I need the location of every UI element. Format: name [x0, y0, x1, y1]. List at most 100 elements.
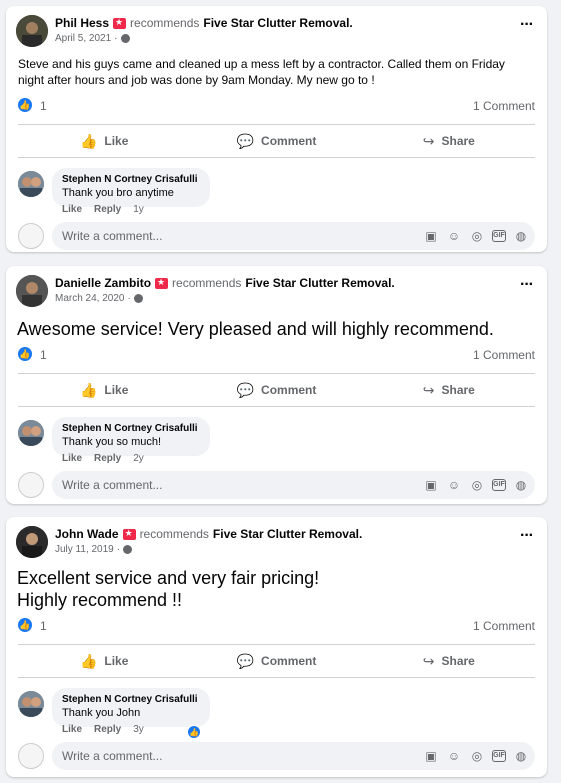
avatar-sticker-icon[interactable]: ◍: [513, 228, 529, 244]
camera-icon[interactable]: ◎: [469, 748, 485, 764]
more-icon[interactable]: ···: [520, 528, 534, 544]
like-button[interactable]: 👍 Like: [18, 374, 190, 406]
comment-time[interactable]: 1y: [133, 204, 144, 215]
comment-text: Thank you so much!: [62, 436, 162, 448]
like-reaction-icon[interactable]: 👍: [18, 98, 32, 112]
sticker-icon[interactable]: ▣: [423, 748, 439, 764]
avatar-sticker-icon[interactable]: ◍: [513, 748, 529, 764]
comment-button[interactable]: 💬 Comment: [190, 125, 362, 157]
author-line: Danielle Zambito recommends Five Star Cl…: [55, 276, 395, 290]
like-reaction-icon[interactable]: 👍: [18, 347, 32, 361]
avatar-sticker-icon[interactable]: ◍: [513, 477, 529, 493]
post-text-line-1: Excellent service and very fair pricing!: [17, 568, 320, 588]
commenter-avatar[interactable]: [18, 420, 44, 446]
author-name[interactable]: Danielle Zambito: [55, 276, 151, 290]
comment-time[interactable]: 2y: [133, 453, 144, 464]
post-text: Excellent service and very fair pricing!…: [6, 561, 547, 611]
comment-count[interactable]: 1 Comment: [473, 99, 535, 113]
sticker-icon[interactable]: ▣: [423, 228, 439, 244]
commenter-name[interactable]: Stephen N Cortney Crisafulli: [62, 422, 198, 435]
page-name[interactable]: Five Star Clutter Removal.: [203, 16, 352, 30]
recommends-label: recommends: [172, 276, 242, 290]
emoji-icon[interactable]: ☺: [446, 228, 462, 244]
post-date[interactable]: July 11, 2019: [55, 544, 114, 555]
comment-text: Thank you bro anytime: [62, 187, 174, 199]
post-date[interactable]: April 5, 2021: [55, 33, 111, 44]
comment-count[interactable]: 1 Comment: [473, 348, 535, 362]
comment-tools: ▣ ☺ ◎ GIF ◍: [423, 228, 529, 244]
gif-icon[interactable]: GIF: [492, 479, 506, 491]
post-header: Danielle Zambito recommends Five Star Cl…: [6, 266, 547, 310]
comment-like-link[interactable]: Like: [62, 204, 82, 215]
comment-like-reaction-icon[interactable]: 👍: [187, 725, 201, 739]
commenter-name[interactable]: Stephen N Cortney Crisafulli: [62, 693, 198, 706]
camera-icon[interactable]: ◎: [469, 477, 485, 493]
like-icon: 👍: [79, 381, 98, 398]
post-text: Awesome service! Very pleased and will h…: [17, 319, 494, 339]
commenter-avatar[interactable]: [18, 171, 44, 197]
author-name[interactable]: Phil Hess: [55, 16, 109, 30]
comment-count[interactable]: 1 Comment: [473, 619, 535, 633]
comment-time[interactable]: 3y: [133, 724, 144, 735]
gif-icon[interactable]: GIF: [492, 750, 506, 762]
more-icon[interactable]: ···: [520, 17, 534, 33]
like-icon: 👍: [79, 652, 98, 669]
author-name[interactable]: John Wade: [55, 527, 119, 541]
comment-actions: Like Reply 3y: [62, 724, 144, 735]
post-stats: 👍 1 1 Comment: [6, 341, 547, 367]
page-name[interactable]: Five Star Clutter Removal.: [213, 527, 362, 541]
post-date[interactable]: March 24, 2020: [55, 293, 125, 304]
like-reaction-icon[interactable]: 👍: [18, 618, 32, 632]
camera-icon[interactable]: ◎: [469, 228, 485, 244]
share-button[interactable]: ↪ Share: [363, 125, 535, 157]
comment-bubble: Stephen N Cortney Crisafulli Thank you J…: [52, 688, 210, 727]
post-text: Steve and his guys came and cleaned up a…: [18, 57, 505, 87]
comment-button[interactable]: 💬 Comment: [190, 374, 362, 406]
author-line: Phil Hess recommends Five Star Clutter R…: [55, 16, 353, 30]
author-avatar[interactable]: [16, 15, 48, 47]
author-line: John Wade recommends Five Star Clutter R…: [55, 527, 362, 541]
like-button[interactable]: 👍 Like: [18, 125, 190, 157]
comment-reply-link[interactable]: Reply: [94, 453, 121, 464]
commenter-avatar[interactable]: [18, 691, 44, 717]
comment-button[interactable]: 💬 Comment: [190, 645, 362, 677]
sticker-icon[interactable]: ▣: [423, 477, 439, 493]
author-avatar[interactable]: [16, 275, 48, 307]
comment-actions: Like Reply 2y: [62, 453, 144, 464]
like-count[interactable]: 1: [40, 99, 47, 113]
post-text-line-2: Highly recommend !!: [17, 590, 183, 610]
post-stats: 👍 1 1 Comment: [6, 612, 547, 638]
emoji-icon[interactable]: ☺: [446, 748, 462, 764]
comment-bubble: Stephen N Cortney Crisafulli Thank you s…: [52, 417, 210, 456]
comment-reply-link[interactable]: Reply: [94, 724, 121, 735]
share-button[interactable]: ↪ Share: [363, 645, 535, 677]
recommends-label: recommends: [130, 16, 200, 30]
post-actions: 👍 Like 💬 Comment ↪ Share: [18, 644, 535, 678]
author-avatar[interactable]: [16, 526, 48, 558]
write-comment-row: ▣ ☺ ◎ GIF ◍: [6, 738, 547, 770]
recommend-icon: [155, 277, 169, 289]
commenter-name[interactable]: Stephen N Cortney Crisafulli: [62, 173, 198, 186]
like-count[interactable]: 1: [40, 348, 47, 362]
post-date-line: March 24, 2020 ·: [55, 293, 143, 304]
more-icon[interactable]: ···: [520, 277, 534, 293]
recommend-icon: [122, 528, 136, 540]
comment: Stephen N Cortney Crisafulli Thank you b…: [6, 164, 547, 216]
emoji-icon[interactable]: ☺: [446, 477, 462, 493]
comment-tools: ▣ ☺ ◎ GIF ◍: [423, 477, 529, 493]
post-actions: 👍 Like 💬 Comment ↪ Share: [18, 373, 535, 407]
gif-icon[interactable]: GIF: [492, 230, 506, 242]
comment-like-link[interactable]: Like: [62, 453, 82, 464]
like-count[interactable]: 1: [40, 619, 47, 633]
post-date-line: April 5, 2021 ·: [55, 33, 130, 44]
like-button[interactable]: 👍 Like: [18, 645, 190, 677]
page-avatar[interactable]: [18, 223, 44, 249]
page-name[interactable]: Five Star Clutter Removal.: [245, 276, 394, 290]
globe-icon: [120, 34, 130, 43]
comment-reply-link[interactable]: Reply: [94, 204, 121, 215]
globe-icon: [133, 294, 143, 303]
page-avatar[interactable]: [18, 472, 44, 498]
comment-like-link[interactable]: Like: [62, 724, 82, 735]
page-avatar[interactable]: [18, 743, 44, 769]
share-button[interactable]: ↪ Share: [363, 374, 535, 406]
